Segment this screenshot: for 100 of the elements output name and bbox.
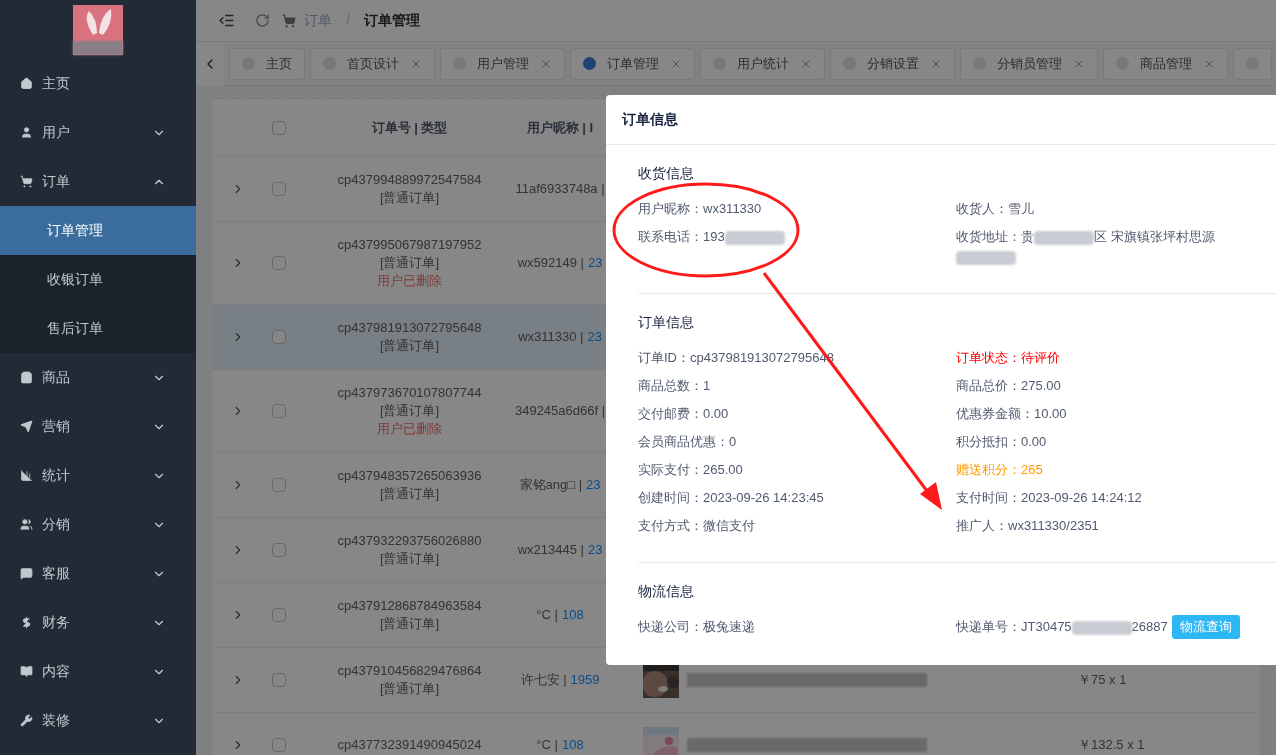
page-tab[interactable]: 用户统计 — [700, 47, 825, 80]
field-text: 支付方式：微信支付 — [638, 517, 755, 535]
order-type: [普通订单] — [379, 337, 440, 355]
redaction-blur — [956, 250, 1016, 265]
checkbox[interactable] — [272, 543, 286, 557]
page-tab[interactable]: 订单管理 — [570, 47, 695, 80]
user-nickname: 家铭ang□ | — [519, 476, 583, 495]
page-tab[interactable]: 首页设计 — [310, 47, 435, 80]
order-type: [普通订单] — [379, 680, 440, 698]
section-title: 收货信息 — [638, 164, 695, 183]
user-nickname: °C | — [536, 736, 558, 755]
checkbox[interactable] — [272, 673, 286, 687]
users-icon — [20, 518, 33, 531]
cart-icon — [282, 13, 296, 28]
checkbox[interactable] — [272, 182, 286, 196]
order-type: [普通订单] — [379, 485, 440, 503]
order-type: [普通订单] — [379, 402, 440, 420]
refresh-icon[interactable] — [255, 13, 270, 28]
menu-icon[interactable] — [218, 12, 235, 29]
scroll-left-button[interactable] — [196, 41, 224, 86]
checkbox[interactable] — [272, 120, 286, 135]
checkbox[interactable] — [272, 738, 286, 752]
field-text: 赠送积分：265 — [956, 461, 1043, 479]
chat-icon — [20, 567, 33, 580]
field-text: 实际支付：265.00 — [638, 461, 743, 479]
breadcrumb-item[interactable]: 订单管理 — [363, 10, 420, 31]
sidebar-item[interactable]: 分销 — [0, 500, 196, 549]
page-tab[interactable]: 分销设置 — [830, 47, 955, 80]
user-id-link[interactable]: 1959 — [570, 670, 600, 690]
field-text: 会员商品优惠：0 — [638, 433, 737, 451]
field-text: 快递公司：极兔速递 — [638, 618, 755, 636]
page-tab[interactable]: 分销员管理 — [960, 47, 1098, 80]
user-id-link[interactable]: 23 — [587, 253, 603, 273]
user-id-link[interactable]: 108 — [561, 605, 584, 625]
submenu-item[interactable]: 售后订单 — [0, 304, 196, 353]
redaction-blur — [73, 41, 123, 55]
column-header: 订单号 | 类型 — [371, 118, 448, 137]
logistics-query-button[interactable]: 物流查询 — [1171, 615, 1240, 639]
sidebar-item[interactable]: 内容 — [0, 647, 196, 696]
user-id-link[interactable]: 23 — [586, 475, 601, 495]
field-text: 用户昵称：wx311330 — [638, 200, 762, 218]
user-id-link[interactable]: 23 — [587, 540, 603, 560]
user-nickname: wx592149 | — [517, 254, 584, 273]
breadcrumb-separator: / — [346, 11, 350, 30]
order-number: cp437910456829476864 — [337, 662, 482, 680]
page-tab[interactable]: 用户管理 — [440, 47, 565, 80]
field-text: 订单状态：待评价 — [956, 349, 1060, 367]
deleted-note: 用户已删除 — [377, 420, 442, 438]
column-header: 用户昵称 | I — [526, 118, 594, 137]
wrench-icon — [20, 714, 33, 727]
field-text: 积分抵扣：0.00 — [956, 433, 1047, 451]
checkbox[interactable] — [272, 478, 286, 492]
order-number: cp437912868784963584 — [337, 597, 482, 615]
redaction-blur — [1034, 230, 1094, 245]
order-number: cp437948357265063936 — [337, 467, 482, 485]
sidebar-item[interactable]: 订单 — [0, 157, 196, 206]
user-nickname: 许七安 | — [520, 671, 567, 690]
user-id-link[interactable]: 23 — [587, 327, 602, 347]
field-text: 联系电话：193 — [638, 227, 785, 247]
checkbox[interactable] — [272, 404, 286, 418]
field-text: 收货人：雪儿 — [956, 200, 1034, 218]
sidebar-item[interactable]: 统计 — [0, 451, 196, 500]
user-id-link[interactable]: 108 — [561, 735, 584, 755]
user-nickname: wx311330 | — [518, 328, 584, 347]
checkbox[interactable] — [272, 608, 286, 622]
page-tab[interactable]: 主页 — [229, 47, 305, 80]
field-text: 商品总价：275.00 — [956, 377, 1061, 395]
user-nickname: wx213445 | — [517, 541, 584, 560]
order-number: cp437994889972547584 — [337, 171, 482, 189]
dollar-icon — [20, 616, 33, 629]
sidebar-item[interactable]: 财务 — [0, 598, 196, 647]
field-text: 优惠券金额：10.00 — [956, 405, 1067, 423]
dialog-title: 订单信息 — [622, 110, 678, 129]
book-icon — [20, 665, 33, 678]
sidebar-item[interactable]: 客服 — [0, 549, 196, 598]
submenu-item[interactable]: 收银订单 — [0, 255, 196, 304]
cart-icon — [20, 175, 33, 188]
sidebar-item[interactable]: 主页 — [0, 59, 196, 108]
order-number: cp437995067987197952 — [337, 236, 482, 254]
product-price: ￥75 x 1 — [1078, 671, 1127, 690]
user-nickname: 349245a6d66f | — [514, 402, 606, 421]
page-tab[interactable]: 商品管理 — [1103, 47, 1228, 80]
field-text: 交付邮费：0.00 — [638, 405, 729, 423]
checkbox[interactable] — [272, 330, 286, 344]
user-nickname: 11af6933748a | — [515, 180, 605, 199]
sidebar-item[interactable]: 用户 — [0, 108, 196, 157]
order-type: [普通订单] — [379, 189, 440, 207]
sidebar-item[interactable]: 商品 — [0, 353, 196, 402]
sidebar-item[interactable]: 装修 — [0, 696, 196, 745]
order-type: [普通订单] — [379, 615, 440, 633]
checkbox[interactable] — [272, 256, 286, 270]
field-text: 支付时间：2023-09-26 14:24:12 — [956, 489, 1142, 507]
sidebar-item[interactable]: 营销 — [0, 402, 196, 451]
order-number: cp437981913072795648 — [337, 319, 482, 337]
user-nickname: °C | — [536, 606, 558, 625]
submenu-item[interactable]: 订单管理 — [0, 206, 196, 255]
user-icon — [20, 126, 33, 139]
home-icon — [20, 77, 33, 90]
deleted-note: 用户已删除 — [377, 272, 442, 290]
order-type: [普通订单] — [379, 254, 440, 272]
